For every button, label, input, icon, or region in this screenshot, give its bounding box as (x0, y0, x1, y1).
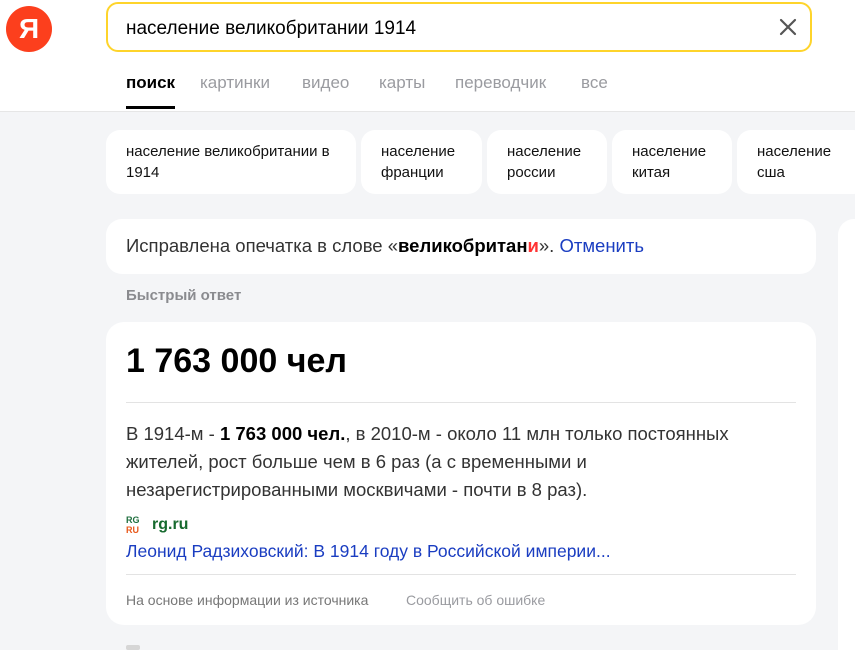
related-query-chip[interactable]: население россии (487, 130, 607, 194)
divider (126, 574, 796, 575)
rg-favicon-icon: RG RU (126, 515, 140, 535)
header: Я население великобритании 1914 поиск ка… (0, 0, 855, 112)
related-queries: население великобритании в 1914 населени… (106, 130, 855, 194)
quick-answer-card: 1 763 000 чел В 1914-м - 1 763 000 чел.,… (106, 322, 816, 625)
cancel-correction-link[interactable]: Отменить (559, 235, 644, 256)
search-input[interactable]: население великобритании 1914 (126, 18, 416, 40)
tab-search[interactable]: поиск (126, 73, 176, 109)
tab-maps[interactable]: карты (379, 73, 425, 93)
yandex-logo[interactable]: Я (6, 6, 52, 52)
answer-value: 1 763 000 чел (126, 342, 347, 380)
answer-snippet: В 1914-м - 1 763 000 чел., в 2010-м - ок… (126, 423, 729, 500)
typo-correction-text: Исправлена опечатка в слове «великобрита… (126, 235, 645, 256)
related-query-chip[interactable]: население сша (737, 130, 855, 194)
quick-answer-label: Быстрый ответ (126, 287, 242, 304)
related-query-chip[interactable]: население великобритании в 1914 (106, 130, 356, 194)
corrected-word: великобритани (398, 235, 539, 256)
source-title-link[interactable]: Леонид Радзиховский: В 1914 году в Росси… (126, 541, 611, 562)
source-note: На основе информации из источника (126, 592, 369, 608)
typo-correction-notice: Исправлена опечатка в слове «великобрита… (106, 219, 816, 274)
side-panel-edge (838, 219, 855, 650)
divider (126, 402, 796, 403)
tab-images[interactable]: картинки (200, 73, 270, 93)
tab-video[interactable]: видео (302, 73, 349, 93)
tab-all[interactable]: все (581, 73, 608, 93)
related-query-chip[interactable]: население китая (612, 130, 732, 194)
search-box[interactable]: население великобритании 1914 (106, 2, 812, 52)
next-section-peek (126, 645, 140, 650)
related-query-chip[interactable]: население франции (361, 130, 482, 194)
report-error-link[interactable]: Сообщить об ошибке (406, 592, 545, 608)
tab-translator[interactable]: переводчик (455, 73, 546, 93)
clear-search-icon[interactable] (776, 15, 800, 39)
source-domain-link[interactable]: rg.ru (152, 516, 188, 534)
